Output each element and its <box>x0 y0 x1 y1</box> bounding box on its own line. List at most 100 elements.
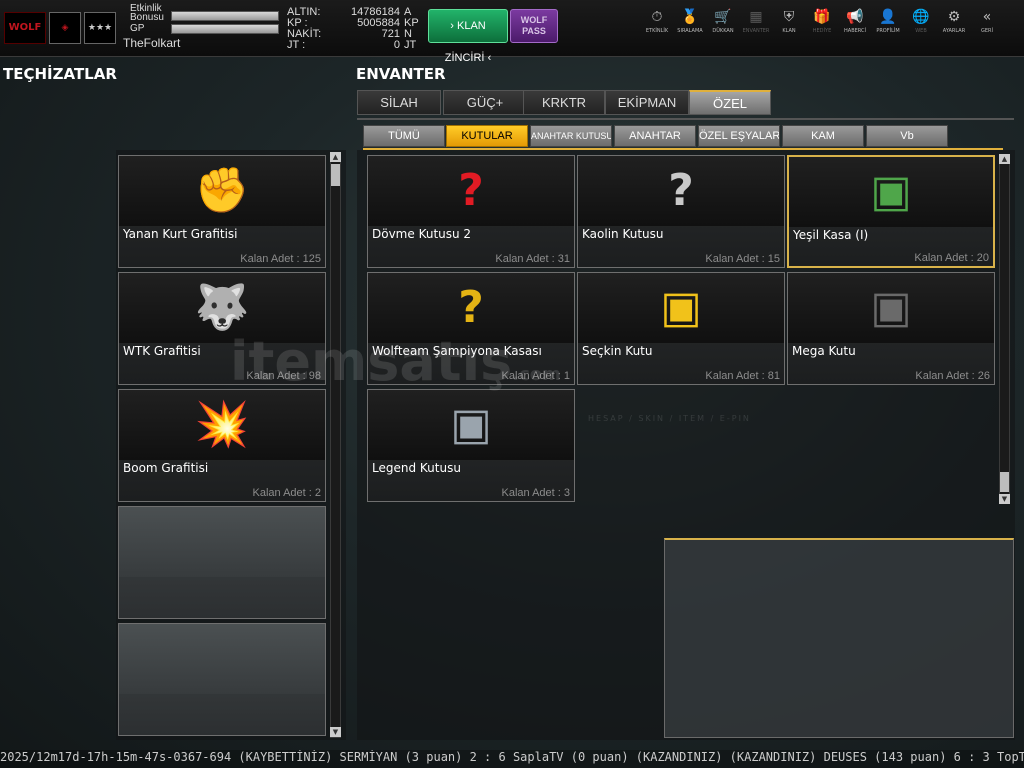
subtab-4[interactable]: ÖZEL EŞYALAR <box>698 125 780 147</box>
wolf-pass-line2: PASS <box>522 26 546 36</box>
legend-crate-icon: ▣ <box>450 399 492 450</box>
flaming-wolf-graffiti-icon: ✊ <box>194 165 250 216</box>
chevron-left-icon: ‹ <box>487 52 492 64</box>
nav-haberci̇[interactable]: 📢 HABERCİ <box>838 8 872 34</box>
tab-divider <box>357 118 1014 120</box>
nav-label: ENVANTER <box>742 28 770 34</box>
empty-slot[interactable] <box>118 506 326 619</box>
item-name: Seçkin Kutu <box>582 344 653 358</box>
currency-label: JT : <box>287 39 306 51</box>
watermark-logo: itemsatış.com <box>230 330 561 393</box>
nav-etki̇nli̇k[interactable]: ⏱ ETKİNLİK <box>640 8 674 34</box>
scroll-up-icon[interactable]: ▲ <box>330 152 341 162</box>
item-name: WTK Grafitisi <box>123 344 201 358</box>
username: TheFolkart <box>123 36 181 50</box>
nav-label: SIRALAMA <box>677 28 703 34</box>
item-card[interactable]: ▣ Seçkin Kutu Kalan Adet : 81 <box>577 272 785 385</box>
item-name: Yanan Kurt Grafitisi <box>123 227 238 241</box>
nav-hedi̇ye[interactable]: 🎁 HEDİYE <box>805 8 839 34</box>
event-bonus-bar <box>171 11 279 21</box>
equipment-scrollbar[interactable] <box>330 152 341 738</box>
item-card[interactable]: ? Kaolin Kutusu Kalan Adet : 15 <box>577 155 785 268</box>
scroll-down-icon[interactable]: ▼ <box>999 494 1010 504</box>
ticker-text: 2025/12m17d-17h-15m-47s-0367-694 (KAYBET… <box>0 750 1024 764</box>
nav-label: WEB <box>915 28 927 34</box>
item-name: Mega Kutu <box>792 344 856 358</box>
clan-badge-icon[interactable]: ◈ <box>49 12 81 44</box>
nav-siralama[interactable]: 🏅 SIRALAMA <box>673 8 707 34</box>
stopwatch-icon: ⏱ <box>651 9 663 25</box>
subtab-3[interactable]: ANAHTAR <box>614 125 696 147</box>
item-count: Kalan Adet : 26 <box>915 370 990 382</box>
inventory-scroll-thumb[interactable] <box>1000 472 1009 492</box>
item-image: ✊ <box>119 156 325 226</box>
tab-1[interactable]: GÜÇ+ <box>443 90 527 115</box>
item-card[interactable]: ▣ Legend Kutusu Kalan Adet : 3 <box>367 389 575 502</box>
scroll-down-icon[interactable]: ▼ <box>330 727 341 737</box>
nav-label: AYARLAR <box>942 28 966 34</box>
watermark-com: .com <box>512 364 561 385</box>
item-image: ▣ <box>578 273 784 343</box>
top-bar: WOLF ◈ ★★★ Etkinlik Bonusu GP TheFolkart… <box>0 0 1024 64</box>
gp-label: GP <box>130 23 145 34</box>
bonusu-label: Bonusu <box>130 12 164 23</box>
nav-envanter[interactable]: ▦ ENVANTER <box>739 8 773 34</box>
game-logo: WOLF <box>4 12 46 44</box>
tab-0[interactable]: SİLAH <box>357 90 441 115</box>
item-count: Kalan Adet : 125 <box>240 253 321 265</box>
cart-icon: 🛒 <box>714 9 732 25</box>
nav-dükkan[interactable]: 🛒 DÜKKAN <box>706 8 740 34</box>
nav-geri̇[interactable]: « GERİ <box>970 8 1004 34</box>
item-count: Kalan Adet : 2 <box>252 487 322 499</box>
subtab-0[interactable]: TÜMÜ <box>363 125 445 147</box>
wolf-pass-button[interactable]: WOLF PASS <box>510 9 558 43</box>
gp-bar <box>171 24 279 34</box>
nav-ayarlar[interactable]: ⚙ AYARLAR <box>937 8 971 34</box>
item-count: Kalan Adet : 20 <box>914 252 989 264</box>
item-image: ? <box>368 156 574 226</box>
shield-icon: ⛨ <box>783 9 795 25</box>
rank-stars-icon: ★★★ <box>84 12 116 44</box>
scroll-up-icon[interactable]: ▲ <box>999 154 1010 164</box>
item-card[interactable]: ▣ Mega Kutu Kalan Adet : 26 <box>787 272 995 385</box>
subtab-5[interactable]: KAM <box>782 125 864 147</box>
item-card[interactable]: ? Dövme Kutusu 2 Kalan Adet : 31 <box>367 155 575 268</box>
nav-label: HEDİYE <box>812 28 832 34</box>
tab-3[interactable]: EKİPMAN <box>605 90 689 115</box>
item-count: Kalan Adet : 3 <box>501 487 571 499</box>
item-card[interactable]: ✊ Yanan Kurt Grafitisi Kalan Adet : 125 <box>118 155 326 268</box>
tab-4[interactable]: ÖZEL <box>689 90 771 115</box>
item-count: Kalan Adet : 81 <box>705 370 780 382</box>
subtab-1[interactable]: KUTULAR <box>446 125 528 147</box>
red-mystery-box-icon: ? <box>458 165 484 216</box>
currency-value: 0 <box>393 39 400 51</box>
nav-label: KLAN <box>782 28 796 34</box>
equipment-title: TEÇHİZATLAR <box>3 65 117 83</box>
nav-label: GERİ <box>981 28 993 34</box>
megaphone-icon: 📢 <box>846 9 864 25</box>
globe-icon: 🌐 <box>912 9 930 25</box>
nav-label: PROFİLİM <box>876 28 900 34</box>
item-image: ▣ <box>789 157 993 227</box>
item-image: ▣ <box>368 390 574 460</box>
empty-slot[interactable] <box>118 623 326 736</box>
item-image: ▣ <box>788 273 994 343</box>
nav-label: HABERCİ <box>844 28 866 34</box>
item-card[interactable]: ▣ Yeşil Kasa (I) Kalan Adet : 20 <box>787 155 995 268</box>
equipment-scroll-thumb[interactable] <box>331 164 340 186</box>
empty-slot-image <box>119 507 325 577</box>
item-image: ? <box>578 156 784 226</box>
inventory-title: ENVANTER <box>356 65 446 83</box>
inventory-scrollbar[interactable] <box>999 154 1010 504</box>
klan-chain-button[interactable]: › KLAN ZİNCİRİ ‹ <box>428 9 508 64</box>
subtab-6[interactable]: Vb <box>866 125 948 147</box>
nav-profi̇li̇m[interactable]: 👤 PROFİLİM <box>871 8 905 34</box>
item-name: Kaolin Kutusu <box>582 227 664 241</box>
green-crate-icon: ▣ <box>870 166 912 217</box>
subtab-2[interactable]: ANAHTAR KUTUSU <box>530 125 612 147</box>
boom-graffiti-icon: 💥 <box>194 399 250 450</box>
tab-2[interactable]: KRKTR <box>523 90 605 115</box>
nav-klan[interactable]: ⛨ KLAN <box>772 8 806 34</box>
nav-web[interactable]: 🌐 WEB <box>904 8 938 34</box>
item-card[interactable]: 💥 Boom Grafitisi Kalan Adet : 2 <box>118 389 326 502</box>
